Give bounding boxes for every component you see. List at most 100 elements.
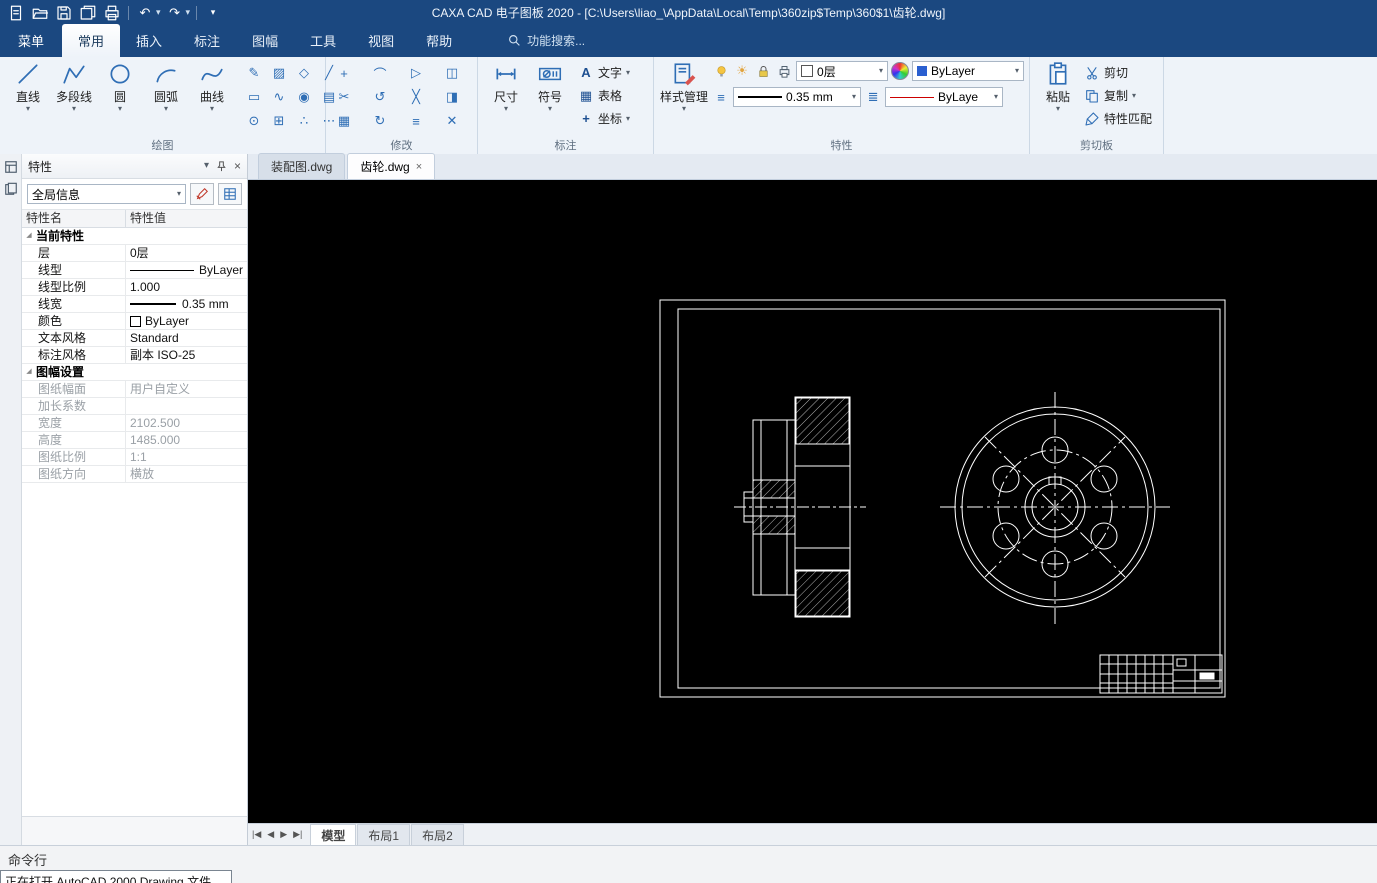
document-tab-assembly[interactable]: 装配图.dwg (258, 153, 346, 179)
layer-on-off-button[interactable] (712, 62, 730, 80)
customize-grid-button[interactable] (218, 183, 242, 205)
new-button[interactable] (6, 4, 26, 22)
mirror-icon[interactable]: ◫ (440, 61, 464, 85)
close-icon[interactable]: × (234, 159, 241, 173)
customize-button[interactable]: ▾ (203, 4, 223, 22)
property-group-header[interactable]: ◢ 当前特性 (22, 228, 247, 245)
property-row-sheet-scale[interactable]: 图纸比例 1:1 (22, 449, 247, 466)
hatch-icon[interactable]: ▨ (267, 61, 291, 85)
layer-plot-button[interactable] (775, 62, 793, 80)
property-row-text-style[interactable]: 文本风格 Standard (22, 330, 247, 347)
library-panel-tab-icon[interactable] (4, 182, 18, 196)
lineweight-dropdown[interactable]: 0.35 mm ▾ (733, 87, 862, 107)
undo-button[interactable]: ↶ (135, 4, 155, 22)
rotate-cw-icon[interactable]: ↻ (368, 109, 392, 133)
property-row-color[interactable]: 颜色 ByLayer (22, 313, 247, 330)
linetype-dropdown[interactable]: ByLayer ▾ (885, 87, 1004, 107)
layer-freeze-button[interactable]: ☀ (733, 62, 751, 80)
command-line-message[interactable]: 正在打开 AutoCAD 2000 Drawing 文件 (0, 870, 232, 883)
rectangle-icon[interactable]: ▭ (242, 85, 266, 109)
copy-button[interactable]: 复制 ▾ (1084, 84, 1152, 107)
color-wheel-icon[interactable] (891, 62, 910, 80)
edit-properties-button[interactable] (190, 183, 214, 205)
ribbon-tab-view[interactable]: 视图 (352, 24, 410, 57)
ribbon-tab-annotate[interactable]: 标注 (178, 24, 236, 57)
plot-button[interactable] (102, 4, 122, 22)
save-button[interactable] (54, 4, 74, 22)
property-row-dim-style[interactable]: 标注风格 副本 ISO-25 (22, 347, 247, 364)
property-row-width[interactable]: 宽度 2102.500 (22, 415, 247, 432)
stretch-icon[interactable]: ◨ (440, 85, 464, 109)
arc-tool-button[interactable]: 圆弧 ▾ (144, 61, 188, 138)
first-tab-icon[interactable]: |◀ (252, 829, 261, 840)
erase-icon[interactable]: ✕ (440, 109, 464, 133)
next-tab-icon[interactable]: ▶ (280, 829, 287, 840)
last-tab-icon[interactable]: ▶| (293, 829, 302, 840)
ribbon-tab-sheet[interactable]: 图幅 (236, 24, 294, 57)
property-row-linetype[interactable]: 线型 ByLayer (22, 262, 247, 279)
menu-button[interactable]: 菜单 (0, 24, 62, 57)
ribbon-tab-home[interactable]: 常用 (62, 24, 121, 57)
feature-search[interactable]: 功能搜索... (508, 32, 585, 57)
sketch-pencil-icon[interactable]: ✎ (242, 61, 266, 85)
chevron-down-icon[interactable]: ▾ (156, 7, 161, 18)
fillet-icon[interactable]: ⌒ (368, 61, 392, 85)
scope-dropdown[interactable]: 全局信息 ▾ (27, 184, 186, 204)
layer-dropdown[interactable]: 0层 ▾ (796, 61, 889, 81)
fill-icon[interactable]: ◉ (292, 85, 316, 109)
save-all-button[interactable] (78, 4, 98, 22)
paste-button[interactable]: 粘贴 ▾ (1036, 61, 1080, 138)
layout-tab-layout1[interactable]: 布局1 (357, 823, 411, 846)
trim-icon[interactable]: ✂ (332, 85, 356, 109)
polygon-icon[interactable]: ◇ (292, 61, 316, 85)
layout-tab-model[interactable]: 模型 (310, 823, 357, 846)
collapse-icon[interactable]: ◢ (22, 228, 36, 244)
circle-tool-button[interactable]: 圆 ▾ (98, 61, 142, 138)
linetype-manager-icon[interactable]: ≡ (712, 88, 730, 106)
property-row-linetype-scale[interactable]: 线型比例 1.000 (22, 279, 247, 296)
layer-lock-button[interactable] (754, 62, 772, 80)
ribbon-tab-tools[interactable]: 工具 (294, 24, 352, 57)
linetype-list-icon[interactable]: ≣ (864, 88, 882, 106)
match-button[interactable]: 特性匹配 (1084, 107, 1152, 130)
style-manager-button[interactable]: 样式管理 ▾ (660, 61, 708, 113)
curve-tool-button[interactable]: 曲线 ▾ (190, 61, 234, 138)
text-button[interactable]: A 文字 ▾ (578, 61, 630, 84)
prev-tab-icon[interactable]: ◀ (267, 829, 274, 840)
open-button[interactable] (30, 4, 50, 22)
extend-icon[interactable]: ▷ (404, 61, 428, 85)
pin-icon[interactable] (216, 160, 227, 172)
coordinate-button[interactable]: + 坐标 ▾ (578, 107, 630, 130)
property-row-layer[interactable]: 层 0层 (22, 245, 247, 262)
property-row-sheet-size[interactable]: 图纸幅面 用户自定义 (22, 381, 247, 398)
line-tool-button[interactable]: 直线 ▾ (6, 61, 50, 138)
dimension-button[interactable]: 尺寸 ▾ (484, 61, 528, 138)
cut-button[interactable]: 剪切 (1084, 61, 1152, 84)
spline-icon[interactable]: ∿ (267, 85, 291, 109)
polyline-tool-button[interactable]: 多段线 ▾ (52, 61, 96, 138)
offset-icon[interactable]: ≡ (404, 109, 428, 133)
rotate-ccw-icon[interactable]: ↺ (368, 85, 392, 109)
layout-tab-layout2[interactable]: 布局2 (411, 823, 464, 846)
property-group-header[interactable]: ◢ 图幅设置 (22, 364, 247, 381)
close-icon[interactable]: × (416, 161, 422, 173)
symbol-button[interactable]: 符号 ▾ (528, 61, 572, 138)
color-dropdown[interactable]: ByLayer ▾ (912, 61, 1025, 81)
move-icon[interactable]: + (332, 61, 356, 85)
ribbon-tab-insert[interactable]: 插入 (120, 24, 178, 57)
array-icon[interactable]: ▦ (332, 109, 356, 133)
redo-button[interactable]: ↷ (165, 4, 185, 22)
collapse-icon[interactable]: ◢ (22, 364, 36, 380)
drawing-canvas[interactable] (248, 180, 1377, 823)
break-icon[interactable]: ╳ (404, 85, 428, 109)
property-row-lengthen-factor[interactable]: 加长系数 (22, 398, 247, 415)
document-tab-gear[interactable]: 齿轮.dwg × (347, 153, 436, 179)
scatter-points-icon[interactable]: ∴ (292, 109, 316, 133)
property-row-lineweight[interactable]: 线宽 0.35 mm (22, 296, 247, 313)
ribbon-tab-help[interactable]: 帮助 (410, 24, 468, 57)
properties-panel-tab-icon[interactable] (4, 160, 18, 174)
property-row-height[interactable]: 高度 1485.000 (22, 432, 247, 449)
point-icon[interactable]: ⊙ (242, 109, 266, 133)
table-button[interactable]: ▦ 表格 (578, 84, 630, 107)
grid-insert-icon[interactable]: ⊞ (267, 109, 291, 133)
